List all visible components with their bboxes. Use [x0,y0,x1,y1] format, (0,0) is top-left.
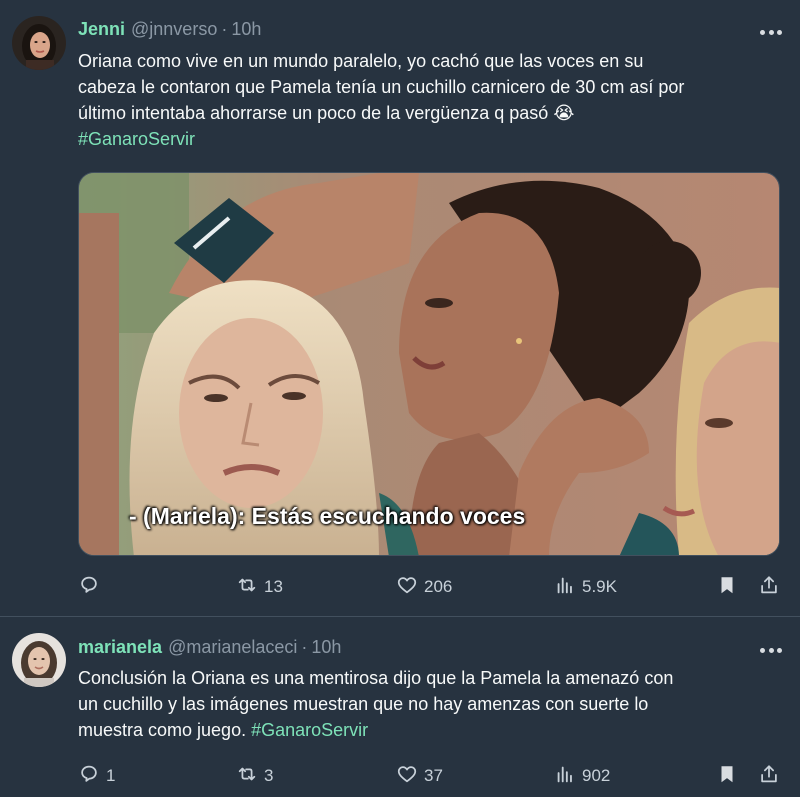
like-button[interactable]: 206 [396,573,452,601]
tweet-actions: 1 3 37 902 [78,762,782,790]
timestamp[interactable]: 10h [231,19,261,40]
tweet-text-line: último intentaba ahorrarse un poco de la… [78,103,575,123]
media-illustration [79,173,779,555]
share-icon [758,574,780,601]
views-count: 5.9K [582,577,617,596]
tweet-text-line: Oriana como vive en un mundo paralelo, y… [78,51,644,71]
user-handle[interactable]: @marianelaceci [168,637,297,658]
tweet-text-line: cabeza le contaron que Pamela tenía un c… [78,77,685,97]
tweet-text-line: Conclusión la Oriana es una mentirosa di… [78,668,674,688]
like-count: 206 [424,577,453,596]
tweet-image[interactable]: - (Mariela): Estás escuchando voces [78,172,780,556]
tweet-text-line: muestra como juego. [78,720,252,740]
views-button[interactable]: 5.9K [554,573,617,601]
separator-dot: · [301,637,308,657]
reply-icon [78,763,100,790]
tweet-text: Conclusión la Oriana es una mentirosa di… [78,665,786,743]
views-icon [554,763,576,790]
bookmark-button[interactable] [716,762,738,790]
share-icon [758,763,780,790]
like-count: 37 [424,766,443,785]
reply-icon [78,574,100,601]
tweet[interactable]: marianela @marianelaceci · 10h Conclusió… [0,617,800,797]
more-icon[interactable] [760,647,782,653]
tweet-actions: 13 206 5.9K [78,573,782,601]
separator-dot: · [221,19,228,39]
views-count: 902 [582,766,611,785]
tweet-text-line: un cuchillo y las imágenes muestran que … [78,694,649,714]
retweet-button[interactable]: 3 [236,762,273,790]
views-button[interactable]: 902 [554,762,610,790]
retweet-icon [236,574,258,601]
user-handle[interactable]: @jnnverso [131,19,217,40]
avatar[interactable] [12,633,66,687]
timestamp[interactable]: 10h [311,637,341,658]
retweet-count: 3 [264,766,274,785]
bookmark-icon [716,763,738,790]
share-button[interactable] [758,762,780,790]
retweet-button[interactable]: 13 [236,573,283,601]
heart-icon [396,763,418,790]
views-icon [554,574,576,601]
reply-button[interactable]: 1 [78,762,115,790]
retweet-count: 13 [264,577,283,596]
tweet-header: marianela @marianelaceci · 10h [78,637,341,658]
reply-button[interactable] [78,573,106,601]
avatar[interactable] [12,16,66,70]
hashtag-link[interactable]: #GanaroServir [78,129,195,149]
hashtag-link[interactable]: #GanaroServir [251,720,368,740]
tweet-header: Jenni @jnnverso · 10h [78,19,261,40]
reply-count: 1 [106,766,116,785]
bookmark-icon [716,574,738,601]
bookmark-button[interactable] [716,573,738,601]
tweet[interactable]: Jenni @jnnverso · 10h Oriana como vive e… [0,0,800,616]
display-name[interactable]: Jenni [78,19,125,40]
more-icon[interactable] [760,29,782,35]
retweet-icon [236,763,258,790]
video-subtitle: - (Mariela): Estás escuchando voces [129,503,526,529]
heart-icon [396,574,418,601]
like-button[interactable]: 37 [396,762,443,790]
display-name[interactable]: marianela [78,637,162,658]
share-button[interactable] [758,573,780,601]
tweet-text: Oriana como vive en un mundo paralelo, y… [78,48,786,152]
